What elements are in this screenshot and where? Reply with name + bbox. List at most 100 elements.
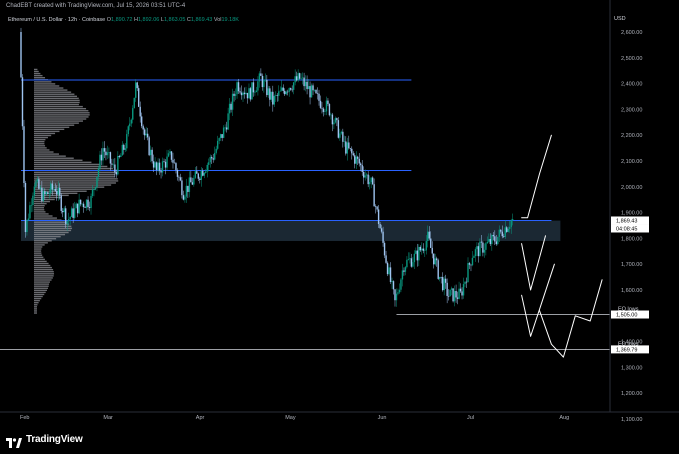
candle-body	[346, 142, 349, 154]
candle-body	[129, 123, 131, 127]
candle-body	[139, 106, 141, 117]
candle-body	[63, 208, 65, 213]
symbol-legend: Ethereum / U.S. Dollar · 12h · Coinbase …	[8, 17, 239, 23]
price-tick-label: 1,700.00	[621, 262, 642, 268]
candle-body	[352, 153, 354, 156]
ohlc-value: 1,863.05	[163, 17, 186, 23]
tradingview-logo[interactable]: TradingView	[6, 434, 83, 448]
candle-body	[297, 73, 299, 81]
candle-body	[47, 192, 49, 195]
volume-profile-bar	[34, 240, 52, 242]
candle-body	[273, 96, 275, 105]
price-tag-label: 1,369.79	[616, 347, 637, 353]
candle-body	[421, 248, 423, 251]
candle-body	[50, 183, 52, 194]
volume-profile-bar	[34, 266, 52, 269]
candlestick-series	[20, 27, 514, 307]
candle-body	[364, 175, 366, 178]
candle-body	[385, 255, 387, 263]
candle-body	[288, 88, 290, 92]
candle-body	[132, 108, 134, 120]
tradingview-logo-text: TradingView	[26, 434, 83, 445]
volume-profile-bar	[34, 287, 48, 289]
volume-profile-bar	[34, 136, 48, 139]
candle-body	[72, 208, 74, 218]
candle-body	[486, 241, 489, 244]
candle-body	[440, 276, 442, 278]
volume-profile-bar	[34, 180, 119, 182]
candle-body	[458, 288, 460, 299]
axes: 2,600.00 2,500.00 2,400.00 2,300.00 2,200.00…	[0, 0, 679, 423]
volume-profile-bar	[34, 275, 54, 277]
candle-body	[363, 171, 365, 178]
volume-profile-bar	[34, 202, 47, 205]
candle-body	[181, 180, 183, 196]
candle-body	[327, 100, 329, 105]
candle-body	[483, 249, 486, 253]
candle-body	[412, 262, 414, 267]
price-tick-label: 1,300.00	[621, 365, 642, 371]
candle-body	[102, 148, 104, 161]
candle-body	[170, 151, 173, 160]
price-tick-label: 2,500.00	[621, 56, 642, 62]
candle-body	[123, 144, 125, 150]
candle-body	[474, 249, 477, 257]
candle-body	[29, 205, 31, 219]
candle-body	[93, 188, 95, 190]
projection-paths	[521, 134, 603, 358]
volume-profile-bar	[34, 281, 50, 283]
candle-body	[489, 239, 492, 245]
volume-profile-bar	[34, 198, 55, 201]
candle-body	[255, 90, 258, 93]
candle-body	[35, 181, 37, 187]
candle-body	[339, 133, 341, 138]
candle-body	[140, 116, 143, 127]
projection-path	[521, 263, 555, 337]
price-tick-label: 2,000.00	[621, 185, 642, 191]
candle-body	[143, 129, 146, 136]
candle-body	[164, 161, 167, 168]
candle-body	[245, 92, 247, 95]
candle-body	[433, 253, 435, 265]
candle-body	[163, 161, 165, 162]
candle-body	[276, 95, 278, 96]
candle-body	[84, 207, 86, 208]
candle-body	[403, 270, 405, 272]
candle-body	[278, 91, 280, 96]
volume-profile-bar	[34, 250, 42, 252]
candle-body	[422, 248, 424, 251]
price-tick-label: 1,800.00	[621, 236, 642, 242]
volume-profile-bar	[34, 167, 113, 170]
candle-body	[239, 91, 241, 93]
candle-body	[157, 162, 159, 170]
volume-profile-bar	[34, 207, 45, 209]
volume-profile-bar	[34, 151, 54, 153]
volume-profile-bar	[34, 153, 59, 155]
candle-body	[306, 81, 308, 90]
candle-body	[99, 154, 101, 169]
candle-body	[479, 241, 481, 257]
candle-body	[263, 80, 265, 88]
price-chart[interactable]: 2,600.00 2,500.00 2,400.00 2,300.00 2,200.00…	[0, 0, 679, 454]
candle-body	[506, 227, 508, 232]
candle-body	[188, 177, 191, 192]
candle-body	[503, 236, 505, 237]
candle-body	[152, 161, 155, 168]
candle-body	[216, 140, 219, 149]
tradingview-logo-icon	[6, 435, 22, 448]
candle-body	[211, 157, 213, 159]
candle-body	[455, 290, 457, 298]
candle-body	[173, 162, 176, 164]
candle-body	[434, 258, 436, 265]
candle-body	[145, 133, 147, 136]
candle-body	[120, 155, 122, 157]
volume-profile-bar	[34, 83, 56, 85]
candle-body	[467, 263, 469, 283]
candle-body	[468, 263, 471, 265]
candle-body	[425, 241, 427, 251]
candle-body	[182, 195, 185, 200]
candle-body	[215, 148, 217, 153]
candle-body	[394, 289, 396, 301]
volume-profile-bar	[34, 262, 49, 265]
candle-body	[319, 100, 322, 108]
